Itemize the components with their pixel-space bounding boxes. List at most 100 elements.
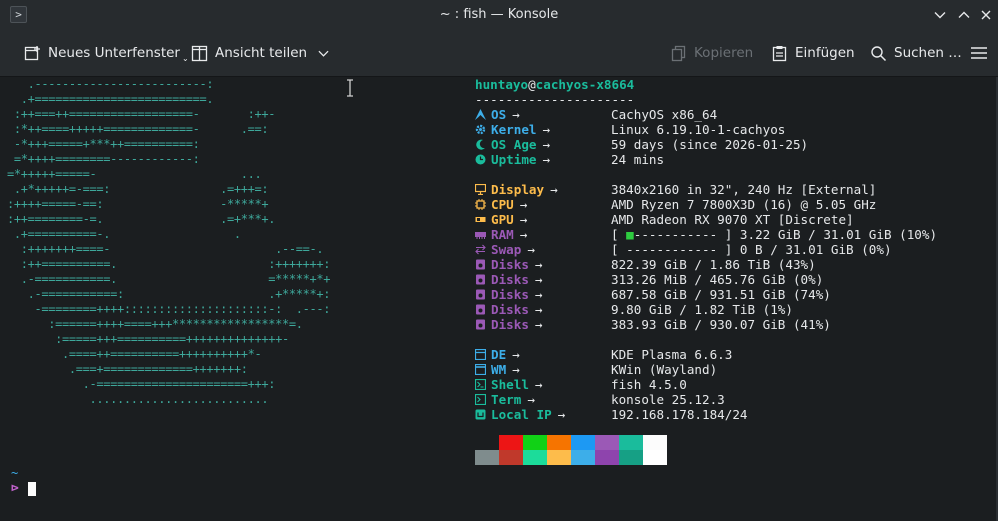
moon-icon: [476, 139, 485, 150]
terminal-view[interactable]: .-------------------------: .+==========…: [0, 77, 998, 521]
info-row-shell: Shell → fish 4.5.0: [475, 377, 687, 392]
info-key: RAM: [491, 227, 514, 242]
arrow-icon: →: [534, 287, 543, 302]
info-key: DE: [491, 347, 507, 362]
color-swatch: [619, 450, 643, 465]
paste-button[interactable]: Einfügen: [771, 41, 855, 65]
color-swatch: [643, 450, 667, 465]
minimize-button[interactable]: [930, 5, 950, 25]
arrow-icon: →: [527, 242, 535, 257]
color-swatch: [475, 435, 499, 450]
gear-icon: [475, 124, 486, 135]
info-row-os: OS → CachyOS x86_64: [475, 107, 717, 122]
color-swatch: [523, 435, 547, 450]
info-value: [ ■----------- ] 3.22 GiB / 31.01 GiB (1…: [611, 227, 937, 242]
info-row-gpu: GPU → AMD Radeon RX 9070 XT [Discrete]: [475, 212, 854, 227]
info-value: 59 days (since 2026-01-25): [611, 137, 809, 152]
color-swatch: [571, 435, 595, 450]
arrow-icon: →: [534, 272, 543, 287]
disk-icon: [476, 274, 485, 285]
paste-label: Einfügen: [795, 45, 855, 61]
info-key: Display: [491, 182, 545, 197]
info-row-display: Display → 3840x2160 in 32", 240 Hz [Extern…: [475, 182, 876, 197]
info-value: 822.39 GiB / 1.86 TiB (43%): [611, 257, 816, 272]
copy-label: Kopieren: [694, 45, 754, 61]
text-cursor: [28, 482, 36, 496]
info-key: Disks: [491, 257, 529, 272]
arrow-icon: →: [542, 137, 551, 152]
toolbar: Neues Unterfenster ⌄ Ansicht teilen Kopi…: [0, 31, 998, 77]
ram-bar-rest: ----------- ] 3.22 GiB / 31.01 GiB (10%): [633, 227, 938, 242]
chevron-down-icon: ⌄: [181, 53, 189, 63]
ram-bar-open: [: [611, 227, 627, 242]
arch-logo-icon: [475, 109, 486, 120]
arrow-icon: →: [519, 227, 528, 242]
color-swatch: [643, 435, 667, 450]
at-sign: @: [528, 77, 536, 92]
info-value: fish 4.5.0: [611, 377, 687, 392]
info-key: Shell: [491, 377, 529, 392]
info-row-uptime: Uptime → 24 mins: [475, 152, 664, 167]
new-tab-button[interactable]: Neues Unterfenster ⌄: [24, 41, 189, 65]
info-key: Term: [491, 392, 522, 407]
info-row-disks: Disks → 383.93 GiB / 930.07 GiB (41%): [475, 317, 831, 332]
split-view-button[interactable]: Ansicht teilen: [191, 41, 329, 65]
hostname: cachyos-x8664: [535, 77, 635, 92]
memory-icon: [475, 232, 486, 239]
ram-bar-fill: ■: [626, 227, 634, 242]
hamburger-menu-icon[interactable]: [970, 43, 988, 63]
new-tab-label: Neues Unterfenster: [48, 45, 180, 61]
info-value: 383.93 GiB / 930.07 GiB (41%): [611, 317, 831, 332]
info-value: KWin (Wayland): [611, 362, 718, 377]
info-row-term: Term → konsole 25.12.3: [475, 392, 725, 407]
arrow-icon: →: [534, 377, 543, 392]
color-swatch: [595, 450, 619, 465]
info-row-swap: Swap → [ ------------ ] 0 B / 31.01 GiB (0…: [475, 242, 892, 257]
info-key: GPU: [491, 212, 514, 227]
shell-icon: [475, 379, 486, 390]
arrow-icon: →: [542, 152, 551, 167]
arrow-icon: →: [550, 182, 558, 197]
arrow-icon: →: [542, 122, 551, 137]
info-value: 313.26 MiB / 465.76 GiB (0%): [611, 272, 824, 287]
arrow-icon: →: [519, 212, 528, 227]
arrow-icon: →: [527, 392, 535, 407]
terminal-icon: [475, 394, 486, 405]
swap-icon: [475, 244, 486, 255]
info-row-os-age: OS Age → 59 days (since 2026-01-25): [475, 137, 808, 152]
info-key: WM: [491, 362, 507, 377]
info-row-wm: WM → KWin (Wayland): [475, 362, 717, 377]
color-swatch: [523, 450, 547, 465]
monitor-icon: [475, 184, 486, 195]
copy-button[interactable]: Kopieren: [670, 41, 753, 65]
color-swatch: [619, 435, 643, 450]
close-icon: [981, 10, 991, 20]
info-value: 9.80 GiB / 1.82 TiB (1%): [611, 302, 793, 317]
arrow-icon: →: [557, 407, 566, 422]
search-icon: [871, 45, 887, 61]
split-view-icon: [191, 45, 208, 61]
maximize-button[interactable]: [954, 5, 974, 25]
chevron-down-icon: [934, 12, 946, 19]
window-title: ~ : fish — Konsole: [439, 7, 559, 22]
window-icon: [475, 364, 486, 375]
info-key: Disks: [491, 317, 529, 332]
find-button[interactable]: Suchen …: [870, 41, 962, 65]
info-row-local-ip: Local IP → 192.168.178.184/24: [475, 407, 747, 422]
info-key: Disks: [491, 302, 529, 317]
info-key: Kernel: [491, 122, 537, 137]
arrow-icon: →: [512, 362, 520, 377]
cpu-icon: [475, 199, 486, 210]
find-label: Suchen …: [894, 45, 962, 61]
info-row-ram: RAM → [ ■----------- ] 3.22 GiB / 31.01 Gi…: [475, 227, 937, 242]
arrow-icon: →: [512, 347, 520, 362]
arrow-icon: →: [512, 107, 520, 122]
info-key: Swap: [491, 242, 522, 257]
info-key: Local IP: [491, 407, 552, 422]
close-button[interactable]: [976, 5, 996, 25]
info-value: 192.168.178.184/24: [611, 407, 748, 422]
disk-icon: [476, 304, 485, 315]
info-row-kernel: Kernel → Linux 6.19.10-1-cachyos: [475, 122, 785, 137]
network-icon: [475, 409, 486, 420]
paste-icon: [772, 45, 787, 61]
